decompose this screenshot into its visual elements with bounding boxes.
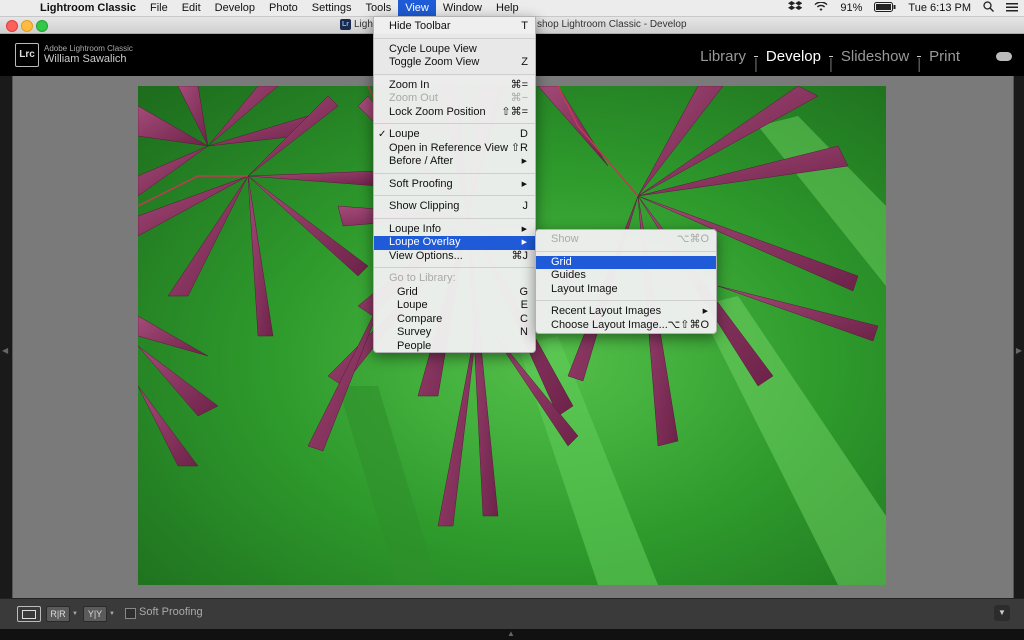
- menu-item-cycle-loupe[interactable]: Cycle Loupe View: [374, 43, 535, 57]
- soft-proofing-label: Soft Proofing: [139, 606, 203, 618]
- search-icon[interactable]: [983, 1, 994, 15]
- menu-app[interactable]: Lightroom Classic: [33, 0, 143, 16]
- checkmark-icon: ✓: [378, 129, 387, 140]
- menu-item-loupe-overlay[interactable]: Loupe Overlay ▶: [374, 236, 535, 250]
- zoom-button[interactable]: [36, 20, 48, 32]
- menu-item-lock-zoom[interactable]: Lock Zoom Position ⇧⌘=: [374, 106, 535, 120]
- menu-item-toggle-zoom[interactable]: Toggle Zoom View Z: [374, 56, 535, 70]
- menu-item-loupe-library[interactable]: Loupe E: [374, 299, 535, 313]
- window-title-right: shop Lightroom Classic - Develop: [537, 19, 687, 30]
- menu-view[interactable]: View: [398, 0, 436, 16]
- bottom-toolbar: R|R ▼ Y|Y ▼ Soft Proofing ▼: [0, 598, 1024, 629]
- menu-item-reference-view[interactable]: Open in Reference View ⇧R: [374, 142, 535, 156]
- window-title-left: Ligh: [354, 19, 373, 30]
- menu-separator: [374, 172, 535, 174]
- right-panel-toggle-icon[interactable]: ▶: [1016, 346, 1022, 355]
- menu-item-soft-proofing[interactable]: Soft Proofing ▶: [374, 178, 535, 192]
- menu-tools[interactable]: Tools: [359, 0, 399, 16]
- yy-view-button[interactable]: Y|Y: [83, 606, 107, 622]
- lrc-logo: Lrc: [15, 43, 39, 67]
- menu-window[interactable]: Window: [436, 0, 489, 16]
- menu-separator: [374, 195, 535, 196]
- menu-file[interactable]: File: [143, 0, 175, 16]
- list-icon[interactable]: [1006, 2, 1018, 15]
- submenu-arrow-icon: ▶: [521, 180, 527, 188]
- menu-separator: [374, 123, 535, 124]
- submenu-arrow-icon: ▶: [702, 308, 708, 315]
- menu-separator: [374, 217, 535, 219]
- module-library[interactable]: Library: [692, 48, 754, 65]
- submenu-item-choose-layout-image[interactable]: Choose Layout Image... ⌥⇧⌘O: [536, 319, 716, 333]
- submenu-item-guides[interactable]: Guides: [536, 269, 716, 283]
- module-slideshow[interactable]: Slideshow: [833, 48, 917, 65]
- submenu-item-grid[interactable]: Grid: [536, 255, 716, 269]
- submenu-arrow-icon: ▶: [521, 239, 527, 246]
- menu-settings[interactable]: Settings: [305, 0, 359, 16]
- submenu-item-layout-image[interactable]: Layout Image: [536, 283, 716, 297]
- menu-item-hide-toolbar[interactable]: Hide Toolbar T: [374, 20, 535, 34]
- wifi-icon[interactable]: [814, 0, 828, 15]
- menu-help[interactable]: Help: [489, 0, 526, 16]
- loupe-overlay-submenu: Show ⌥⌘O Grid Guides Layout Image Recent …: [535, 229, 717, 334]
- submenu-item-show: Show ⌥⌘O: [551, 233, 709, 245]
- menu-item-show-clipping[interactable]: Show Clipping J: [374, 200, 535, 214]
- loupe-view-button[interactable]: [17, 606, 41, 622]
- lightroom-app-icon: Lr: [340, 19, 351, 30]
- minimize-button[interactable]: [21, 20, 33, 32]
- menu-separator: [374, 37, 535, 39]
- menu-photo[interactable]: Photo: [262, 0, 305, 16]
- filmstrip-toggle-icon[interactable]: ▲: [507, 629, 515, 638]
- filmstrip-edge: ▲: [0, 629, 1024, 640]
- submenu-arrow-icon: ▶: [521, 225, 527, 233]
- view-menu: Hide Toolbar T Cycle Loupe View Toggle Zo…: [373, 16, 536, 353]
- cloud-icon[interactable]: [996, 52, 1012, 61]
- menu-header-go-to-library: Go to Library:: [389, 272, 456, 284]
- yy-dropdown-icon[interactable]: ▼: [109, 611, 115, 617]
- toolbar-content-dropdown-icon[interactable]: ▼: [994, 605, 1010, 621]
- menu-develop[interactable]: Develop: [208, 0, 262, 16]
- menu-edit[interactable]: Edit: [175, 0, 208, 16]
- submenu-arrow-icon: ▶: [521, 158, 527, 165]
- user-name: William Sawalich: [44, 53, 127, 65]
- menu-item-grid[interactable]: Grid G: [374, 286, 535, 300]
- battery-percent: 91%: [840, 2, 863, 14]
- module-print[interactable]: Print: [921, 48, 968, 65]
- before-after-button[interactable]: R|R: [46, 606, 70, 622]
- left-panel-toggle-icon[interactable]: ◀: [2, 346, 8, 355]
- soft-proofing-checkbox[interactable]: [125, 608, 136, 619]
- menu-separator: [536, 250, 716, 252]
- battery-icon[interactable]: [874, 1, 896, 15]
- mac-menubar: Lightroom Classic File Edit Develop Phot…: [0, 0, 1024, 17]
- menu-item-compare[interactable]: Compare C: [374, 313, 535, 327]
- menu-item-before-after[interactable]: Before / After ▶: [374, 155, 535, 169]
- menu-item-zoom-out: Zoom Out ⌘−: [389, 92, 528, 104]
- menu-item-loupe-info[interactable]: Loupe Info ▶: [374, 223, 535, 237]
- menu-separator: [374, 73, 535, 75]
- clock[interactable]: Tue 6:13 PM: [908, 2, 971, 14]
- menu-item-people[interactable]: People: [374, 340, 535, 354]
- menu-item-survey[interactable]: Survey N: [374, 326, 535, 340]
- menu-separator: [536, 300, 716, 301]
- menu-item-view-options[interactable]: View Options... ⌘J: [374, 250, 535, 264]
- menu-separator: [374, 267, 535, 268]
- close-button[interactable]: [6, 20, 18, 32]
- product-name: Adobe Lightroom Classic: [44, 44, 133, 53]
- module-picker: Library | Develop | Slideshow | Print: [692, 48, 968, 73]
- before-after-dropdown-icon[interactable]: ▼: [72, 611, 78, 617]
- menu-item-loupe[interactable]: ✓ Loupe D: [374, 128, 535, 142]
- menu-item-zoom-in[interactable]: Zoom In ⌘=: [374, 79, 535, 93]
- submenu-item-recent-layout-images[interactable]: Recent Layout Images ▶: [536, 305, 716, 319]
- dropbox-icon[interactable]: [788, 1, 803, 15]
- module-develop[interactable]: Develop: [758, 48, 829, 65]
